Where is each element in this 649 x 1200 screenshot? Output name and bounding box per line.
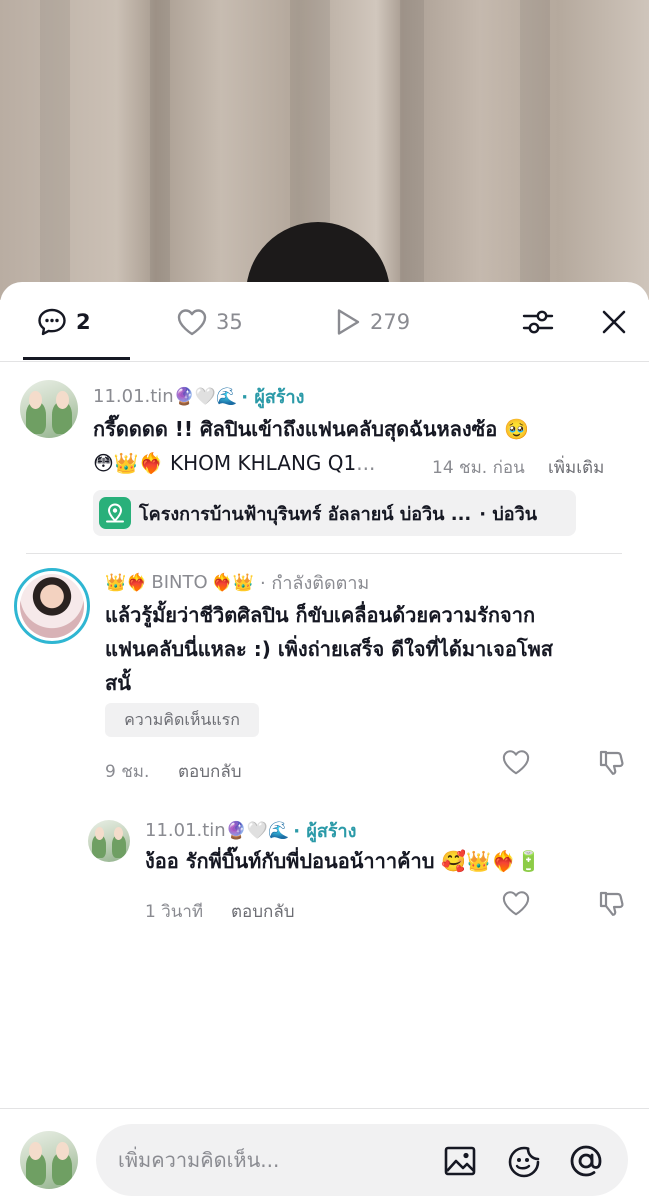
close-icon [602, 310, 626, 334]
reply-like-button[interactable] [498, 885, 534, 921]
comment-text-line3: สนั้ [105, 671, 131, 695]
post-author-row: 11.01.tin 🔮🤍🌊 · ผู้สร้าง [93, 382, 304, 411]
first-comment-badge: ความคิดเห็นแรก [105, 703, 259, 737]
comment-count: 2 [76, 310, 91, 334]
my-avatar [20, 1131, 78, 1189]
play-icon [337, 309, 360, 335]
sliders-icon [522, 310, 554, 334]
mention-button[interactable] [567, 1142, 605, 1180]
image-button[interactable] [441, 1142, 479, 1180]
reply-time: 1 วินาที [145, 902, 204, 922]
post-time: 14 ชม. ก่อน [432, 458, 525, 478]
comments-sheet: 2 35 279 11.01.tin 🔮🤍🌊 · ผู้สร้าง กรี๊ดด… [0, 282, 649, 1200]
post-caption-line1: กรี๊ดดดด !! ศิลปินเข้าถึงแฟนคลับสุดฉันหล… [93, 417, 530, 441]
location-suffix: · บ่อวิน [479, 503, 538, 525]
reply-dislike-button[interactable] [594, 885, 630, 921]
caption-divider [26, 553, 622, 554]
comment-dislike-button[interactable] [594, 744, 630, 780]
stats-tab-bar: 2 35 279 [0, 282, 649, 362]
sticker-icon [508, 1146, 540, 1178]
comment-time: 9 ชม. [105, 762, 150, 782]
reply-author-emoji: 🔮🤍🌊 [225, 820, 290, 841]
reply-author-row: 11.01.tin 🔮🤍🌊 · ผู้สร้าง [145, 816, 356, 845]
comment-input-box[interactable] [96, 1124, 628, 1196]
caption-ellipsis: ... [356, 451, 376, 475]
tab-plays[interactable]: 279 [334, 304, 410, 340]
tab-comments[interactable]: 2 [36, 304, 91, 340]
post-caption-line2-text: 😳👑❤️‍🔥 KHOM KHLANG Q1 [93, 451, 357, 475]
creator-label: · ผู้สร้าง [241, 387, 305, 408]
heart-icon [177, 309, 207, 336]
location-name: โครงการบ้านฟ้าบุรินทร์ อัลลายน์ บ่อวิน .… [139, 503, 472, 525]
location-tag[interactable]: โครงการบ้านฟ้าบุรินทร์ อัลลายน์ บ่อวิน .… [93, 490, 576, 536]
like-count: 35 [216, 310, 243, 334]
commenter-avatar[interactable] [14, 568, 90, 644]
comment-composer-bar [0, 1108, 649, 1200]
comment-input[interactable] [118, 1142, 438, 1178]
close-button[interactable] [594, 302, 634, 342]
sticker-button[interactable] [505, 1142, 543, 1180]
filter-button[interactable] [518, 302, 558, 342]
comment-text-line1: แล้วรู้มั้ยว่าชีวิตศิลปิน ก็ขับเคลื่อนด้… [105, 603, 536, 627]
post-author-name[interactable]: 11.01.tin [93, 386, 174, 407]
comment-reply-button[interactable]: ตอบกลับ [178, 758, 242, 785]
commenter-row: 👑❤️‍🔥 BINTO ❤️‍🔥👑 · กำลังติดตาม [105, 568, 369, 597]
commenter-emoji-pre: 👑❤️‍🔥 [105, 572, 148, 593]
reply-reply-button[interactable]: ตอบกลับ [231, 898, 295, 925]
reply-creator-label: · ผู้สร้าง [293, 821, 357, 842]
reply-author-avatar[interactable] [88, 820, 130, 862]
heart-icon [502, 891, 530, 916]
tab-likes[interactable]: 35 [176, 304, 243, 340]
thumbs-down-icon [599, 750, 624, 775]
see-more-link[interactable]: เพิ่มเติม [548, 454, 604, 481]
comment-like-button[interactable] [498, 744, 534, 780]
post-author-emoji: 🔮🤍🌊 [173, 386, 238, 407]
comment-bubble-icon [38, 308, 66, 336]
reply-text: ง้ออ รักพี่บิ๊นท์กับพี่ปอนอน้าาาค้าบ 🥰👑❤… [145, 849, 541, 873]
heart-icon [502, 750, 530, 775]
location-pin-icon [99, 497, 131, 529]
following-label: · กำลังติดตาม [259, 573, 370, 594]
active-tab-indicator [23, 357, 130, 360]
play-count: 279 [370, 310, 411, 334]
at-icon [570, 1145, 602, 1177]
post-caption-line2: 😳👑❤️‍🔥 KHOM KHLANG Q1... [93, 446, 375, 480]
reply-author-name[interactable]: 11.01.tin [145, 820, 226, 841]
post-author-avatar[interactable] [20, 380, 78, 438]
image-icon [444, 1146, 476, 1176]
commenter-emoji-post: ❤️‍🔥👑 [211, 572, 254, 593]
video-background [0, 0, 649, 300]
comment-text-line2: แฟนคลับนี่แหละ :) เพิ่งถ่ายเสร็จ ดีใจที่… [105, 637, 553, 661]
commenter-name[interactable]: BINTO [151, 572, 207, 593]
thumbs-down-icon [599, 891, 624, 916]
